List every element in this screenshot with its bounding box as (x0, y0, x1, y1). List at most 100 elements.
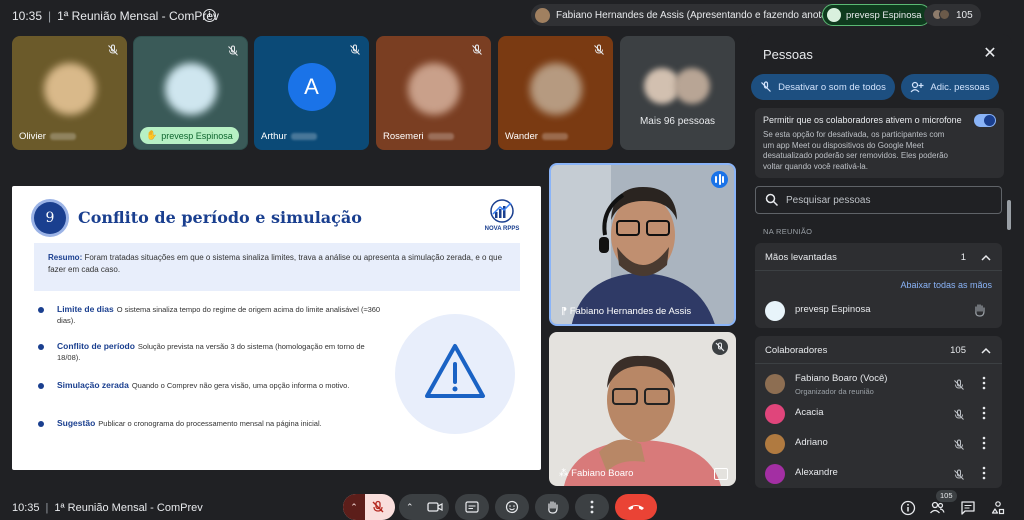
more-participants-avatars (644, 68, 714, 108)
mic-off-icon[interactable] (953, 438, 964, 450)
person-name: Alexandre (795, 467, 838, 478)
mic-off-icon[interactable] (953, 468, 964, 480)
search-icon (765, 193, 779, 207)
collaborator-row[interactable]: Alexandre (765, 462, 992, 486)
mic-permission-toggle[interactable] (974, 114, 996, 127)
speaking-indicator-icon (711, 171, 728, 188)
chat-icon[interactable] (960, 500, 976, 516)
people-avatars (932, 9, 950, 21)
search-people-input[interactable] (786, 192, 986, 208)
muted-icon (227, 44, 239, 56)
person-role: Organizador da reunião (795, 387, 874, 396)
add-person-icon (910, 81, 924, 93)
captions-button[interactable] (455, 494, 489, 520)
meeting-info-icon[interactable] (900, 500, 916, 516)
summary-label: Resumo: (48, 253, 83, 262)
panel-scrollbar[interactable] (1007, 200, 1011, 230)
muted-icon (349, 43, 361, 55)
participant-tile[interactable]: Rosemeri (376, 36, 491, 150)
bullet-text: Publicar o cronograma do processamento m… (98, 419, 322, 428)
collaborator-row[interactable]: Fabiano Boaro (Você) Organizador da reuni… (765, 372, 992, 396)
more-options-button[interactable] (575, 494, 609, 520)
search-people-box[interactable] (755, 186, 1002, 214)
mic-off-icon[interactable] (953, 378, 964, 390)
speaking-chip[interactable]: prevesp Espinosa (822, 4, 931, 26)
avatar: A (287, 63, 336, 111)
presenter-chip[interactable]: Fabiano Hernandes de Assis (Apresentando… (531, 4, 860, 26)
camera-icon[interactable] (427, 501, 443, 513)
raised-hands-count: 1 (960, 252, 966, 263)
self-muted-icon (712, 339, 728, 355)
tile-name: Wander (505, 131, 568, 142)
more-vert-icon[interactable] (982, 466, 986, 480)
tile-name: Arthur (261, 131, 317, 142)
bullet-label: Limite de dias (57, 304, 114, 314)
raised-hands-label: Mãos levantadas (765, 252, 837, 263)
participant-tile[interactable]: Wander (498, 36, 613, 150)
slide-bullet: Simulação zerada Quando o Comprev não ger… (38, 380, 388, 391)
tile-name-chip: ✋ prevesp Espinosa (140, 127, 239, 144)
muted-icon (107, 43, 119, 55)
collaborator-row[interactable]: Adriano (765, 432, 992, 456)
panel-title: Pessoas (763, 47, 813, 62)
leave-call-button[interactable] (615, 494, 657, 520)
participant-tile[interactable]: ✋ prevesp Espinosa (133, 36, 248, 150)
mic-off-icon[interactable] (371, 500, 385, 514)
camera-options-chevron-icon[interactable]: ⌃ (406, 494, 414, 520)
mute-all-button[interactable]: Desativar o som de todos (751, 74, 895, 100)
bullet-dot (38, 383, 44, 389)
tile-name: Rosemeri (383, 131, 454, 142)
people-count-chip[interactable]: 105 (924, 4, 981, 26)
people-icon[interactable] (929, 500, 945, 516)
main-speaker-name: ⁋ Fabiano Hernandes de Assis (561, 306, 692, 317)
lower-all-hands-button[interactable]: Abaixar todas as mãos (900, 280, 992, 290)
raised-hands-group: Mãos levantadas 1 Abaixar todas as mãos … (755, 243, 1002, 328)
participant-tile[interactable]: Olivier (12, 36, 127, 150)
collaborators-count: 105 (950, 345, 966, 356)
logo-graphic-icon (490, 199, 514, 223)
more-vert-icon[interactable] (982, 436, 986, 450)
more-vert-icon[interactable] (982, 406, 986, 420)
slide-bullet: Sugestão Publicar o cronograma do process… (38, 418, 388, 429)
collaborators-group: Colaboradores 105 Fabiano Boaro (Você) Or… (755, 336, 1002, 488)
chevron-up-icon[interactable] (980, 345, 992, 357)
pip-icon[interactable] (714, 468, 728, 480)
mic-control: ⌃ (343, 494, 395, 520)
raise-hand-button[interactable] (535, 494, 569, 520)
bullet-dot (38, 421, 44, 427)
bottom-time-title: 10:35 | 1ª Reunião Mensal - ComPrev (12, 502, 203, 514)
raised-hand-icon[interactable] (973, 303, 986, 317)
close-icon[interactable]: ✕ (982, 46, 998, 62)
top-meeting-title: 1ª Reunião Mensal - ComPrev (57, 9, 219, 23)
person-name: Fabiano Boaro (Você) (795, 373, 888, 384)
people-panel: Pessoas ✕ Desativar o som de todos Adic.… (747, 34, 1012, 488)
slide-logo: NOVA RPPS (478, 198, 526, 236)
add-people-button[interactable]: Adic. pessoas (901, 74, 999, 100)
participant-tile[interactable]: Mais 96 pessoas (620, 36, 735, 150)
collaborator-row[interactable]: Acacia (765, 402, 992, 426)
in-meeting-label: NA REUNIÃO (763, 227, 813, 236)
mic-off-icon[interactable] (953, 408, 964, 420)
video-main-speaker[interactable]: ⁋ Fabiano Hernandes de Assis (549, 163, 736, 326)
collaborators-label: Colaboradores (765, 345, 828, 356)
person-avatar (765, 464, 785, 484)
activities-icon[interactable] (990, 500, 1006, 516)
mic-options-chevron-icon[interactable]: ⌃ (343, 494, 365, 520)
slide-bullet: Limite de dias O sistema sinaliza tempo d… (38, 304, 388, 326)
bottom-meeting-title: 1ª Reunião Mensal - ComPrev (54, 502, 203, 514)
reactions-button[interactable] (495, 494, 529, 520)
bottom-time: 10:35 (12, 502, 40, 514)
mic-permission-box: Permitir que os colaboradores ativem o m… (755, 108, 1004, 178)
person-avatar (765, 404, 785, 424)
more-vert-icon[interactable] (982, 376, 986, 390)
emoji-icon (505, 500, 519, 514)
top-time: 10:35 (12, 9, 43, 23)
participant-tile[interactable]: A Arthur (254, 36, 369, 150)
muted-icon (471, 43, 483, 55)
chevron-up-icon[interactable] (980, 252, 992, 264)
permission-description: Se esta opção for desativada, os partici… (763, 130, 949, 171)
presentation-slide: 9 Conflito de período e simulação NOVA R… (12, 186, 541, 470)
video-self[interactable]: ⁂ Fabiano Boaro (549, 332, 736, 486)
info-icon[interactable]: i (203, 9, 216, 22)
speaker-video-frame (551, 165, 734, 324)
